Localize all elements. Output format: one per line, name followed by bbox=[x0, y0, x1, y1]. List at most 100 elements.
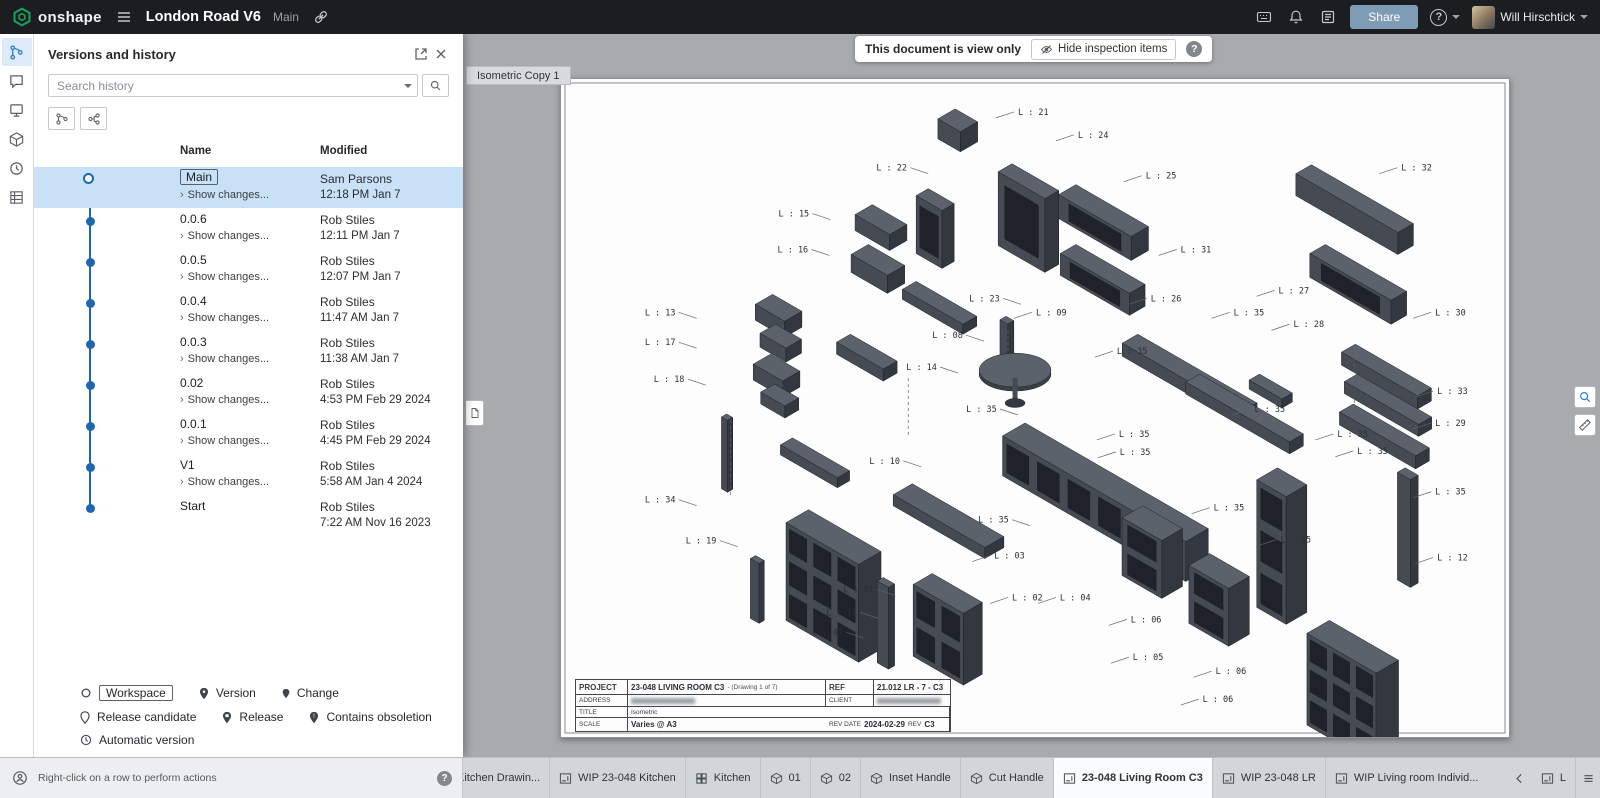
version-dot bbox=[86, 504, 95, 513]
document-tab-wip-living-room-individ[interactable]: WIP Living room Individ... bbox=[1326, 758, 1482, 798]
notifications-bell-icon[interactable] bbox=[1286, 7, 1306, 27]
version-row-0-0-5[interactable]: 0.0.5Rob StilesShow changes...12:07 PM J… bbox=[34, 249, 463, 290]
help-menu[interactable] bbox=[1430, 9, 1460, 26]
show-changes-toggle[interactable]: Show changes... bbox=[180, 189, 269, 201]
history-clock-icon[interactable] bbox=[2, 154, 32, 182]
graphics-area[interactable]: This document is view only Hide inspecti… bbox=[463, 34, 1600, 757]
version-row-0-0-1[interactable]: 0.0.1Rob StilesShow changes...4:45 PM Fe… bbox=[34, 413, 463, 454]
main-menu-icon[interactable] bbox=[114, 7, 134, 27]
filter-branches-button[interactable] bbox=[48, 107, 75, 130]
callout-label: L : 14 bbox=[906, 362, 937, 372]
document-tab-kitchen[interactable]: Kitchen bbox=[686, 758, 761, 798]
follow-mode-icon[interactable] bbox=[2, 96, 32, 124]
bom-table-icon[interactable] bbox=[2, 183, 32, 211]
version-time: 11:38 AM Jan 7 bbox=[320, 353, 399, 365]
sheet-view-tab[interactable]: Isometric Copy 1 bbox=[466, 66, 571, 85]
version-row-v1[interactable]: V1Rob StilesShow changes...5:58 AM Jan 4… bbox=[34, 454, 463, 495]
callout-label: L : 28 bbox=[1293, 319, 1324, 329]
document-tab-23-048-living-room-c3[interactable]: 23-048 Living Room C3 bbox=[1054, 758, 1213, 798]
model-cube-icon[interactable] bbox=[2, 125, 32, 153]
drawing-sheet[interactable]: L : 21L : 24L : 22L : 25L : 32L : 15L : … bbox=[560, 78, 1510, 738]
tabs-scroll-left-button[interactable] bbox=[1508, 758, 1532, 798]
workspace-name: Main bbox=[273, 10, 299, 24]
part-tab-icon bbox=[820, 772, 833, 785]
callout-leader bbox=[910, 168, 928, 174]
document-tab-l[interactable]: L bbox=[1532, 758, 1576, 798]
document-tab-cut-handle[interactable]: Cut Handle bbox=[961, 758, 1054, 798]
tabs-menu-button[interactable] bbox=[1576, 758, 1600, 798]
filter-merges-button[interactable] bbox=[80, 107, 107, 130]
eye-slash-icon bbox=[1040, 43, 1053, 56]
show-changes-toggle[interactable]: Show changes... bbox=[180, 312, 269, 324]
callout-label: L : 12 bbox=[1437, 553, 1468, 563]
document-tab-01[interactable]: 01 bbox=[761, 758, 811, 798]
callout-label: L : 35 bbox=[1280, 535, 1311, 545]
callout-label: L : 35 bbox=[1117, 346, 1148, 356]
callout-leader bbox=[1097, 434, 1115, 440]
tab-label: L bbox=[1560, 772, 1566, 784]
show-changes-toggle[interactable]: Show changes... bbox=[180, 394, 269, 406]
keyboard-shortcuts-icon[interactable] bbox=[1254, 7, 1274, 27]
callout-leader bbox=[1335, 451, 1353, 457]
version-author: Rob Stiles bbox=[320, 418, 375, 432]
version-dot bbox=[86, 422, 95, 431]
version-row-0-0-4[interactable]: 0.0.4Rob StilesShow changes...11:47 AM J… bbox=[34, 290, 463, 331]
sheet-browser-handle[interactable] bbox=[466, 400, 484, 426]
callout-label: L : 27 bbox=[1278, 285, 1309, 295]
copy-link-icon[interactable] bbox=[311, 7, 331, 27]
legend-item-contains-obsoletion: !Contains obsoletion bbox=[309, 710, 431, 724]
comments-icon[interactable] bbox=[2, 67, 32, 95]
ref-value: 21.012 LR - 7 - C3 bbox=[877, 683, 943, 692]
automatic-version-icon bbox=[80, 734, 92, 746]
inspect-button[interactable] bbox=[1574, 386, 1596, 408]
callout-leader bbox=[688, 379, 706, 385]
callout-leader bbox=[1257, 290, 1275, 296]
search-options-caret-icon[interactable] bbox=[404, 84, 412, 88]
banner-help-icon[interactable] bbox=[1186, 41, 1202, 57]
show-changes-toggle[interactable]: Show changes... bbox=[180, 230, 269, 242]
expand-chevron-icon bbox=[180, 435, 188, 447]
document-tab-wip-23-048-kitchen[interactable]: WIP 23-048 Kitchen bbox=[550, 758, 686, 798]
callout-label: L : 09 bbox=[1036, 307, 1067, 317]
hide-inspection-items-button[interactable]: Hide inspection items bbox=[1031, 39, 1176, 60]
measure-button[interactable] bbox=[1574, 414, 1596, 436]
share-button[interactable]: Share bbox=[1350, 5, 1418, 29]
legend-item-workspace: Workspace bbox=[80, 685, 173, 701]
expand-chevron-icon bbox=[180, 312, 188, 324]
version-row-start[interactable]: StartRob Stiles7:22 AM Nov 16 2023 bbox=[34, 495, 463, 536]
show-changes-toggle[interactable]: Show changes... bbox=[180, 476, 269, 488]
view-only-message: This document is view only bbox=[865, 42, 1021, 56]
version-row-0-02[interactable]: 0.02Rob StilesShow changes...4:53 PM Feb… bbox=[34, 372, 463, 413]
version-time: 11:47 AM Jan 7 bbox=[320, 312, 399, 324]
show-changes-toggle[interactable]: Show changes... bbox=[180, 353, 269, 365]
callout-leader bbox=[1095, 351, 1113, 357]
panel-footer: Right-click on a row to perform actions bbox=[0, 758, 463, 798]
view-only-banner: This document is view only Hide inspecti… bbox=[855, 36, 1212, 62]
show-changes-toggle[interactable]: Show changes... bbox=[180, 271, 269, 283]
version-row-0-0-6[interactable]: 0.0.6Rob StilesShow changes...12:11 PM J… bbox=[34, 208, 463, 249]
callout-label: L : 11 bbox=[826, 607, 857, 617]
document-tab-inset-handle[interactable]: Inset Handle bbox=[861, 758, 961, 798]
document-tab-02[interactable]: 02 bbox=[811, 758, 861, 798]
version-row-main[interactable]: MainSam ParsonsShow changes...12:18 PM J… bbox=[34, 167, 463, 208]
account-menu[interactable]: Will Hirschtick bbox=[1472, 6, 1588, 29]
callout-leader bbox=[1192, 508, 1210, 514]
change-pin-icon bbox=[282, 688, 290, 699]
drawing-tab-icon bbox=[1222, 772, 1235, 785]
close-icon[interactable] bbox=[431, 44, 451, 64]
callout-label: L : 10 bbox=[869, 456, 900, 466]
open-in-new-icon[interactable] bbox=[411, 44, 431, 64]
footer-help-icon[interactable] bbox=[437, 771, 452, 786]
search-history-input[interactable] bbox=[48, 74, 418, 97]
show-changes-toggle[interactable]: Show changes... bbox=[180, 435, 269, 447]
versions-history-icon[interactable] bbox=[2, 38, 32, 66]
document-tab-wip-23-048-lr[interactable]: WIP 23-048 LR bbox=[1213, 758, 1326, 798]
document-tab-kitchen-drawin[interactable]: Kitchen Drawin... bbox=[463, 758, 550, 798]
legend-item-change: Change bbox=[282, 686, 339, 700]
search-button[interactable] bbox=[422, 74, 449, 97]
support-icon[interactable] bbox=[10, 768, 30, 788]
version-row-0-0-3[interactable]: 0.0.3Rob StilesShow changes...11:38 AM J… bbox=[34, 331, 463, 372]
onshape-logo[interactable]: onshape bbox=[12, 7, 102, 27]
whats-new-icon[interactable] bbox=[1318, 7, 1338, 27]
tab-label: WIP 23-048 LR bbox=[1241, 772, 1316, 784]
